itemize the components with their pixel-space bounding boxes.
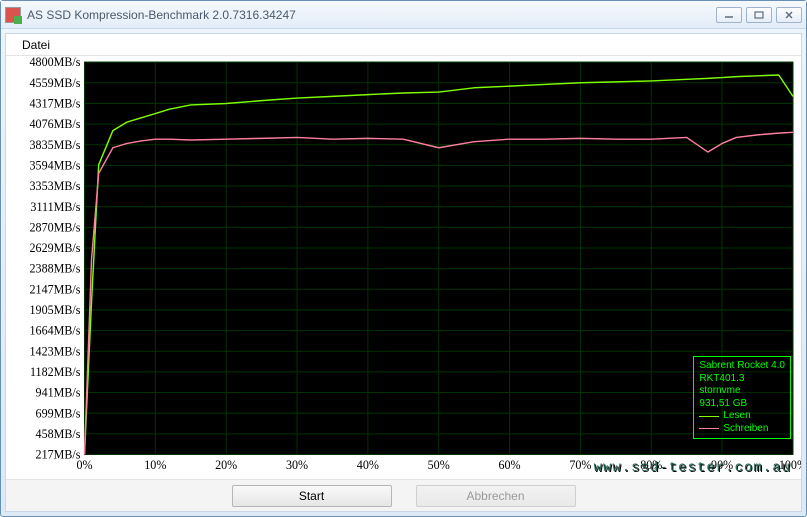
chart-area: 217MB/s 458MB/s 699MB/s 941MB/s 1182MB/s 1423… [6, 56, 801, 479]
app-window: AS SSD Kompression-Benchmark 2.0.7316.34… [0, 0, 807, 517]
svg-text:40%: 40% [357, 458, 379, 472]
app-icon [5, 7, 21, 23]
svg-text:217MB/s: 217MB/s [36, 447, 81, 461]
svg-text:0%: 0% [76, 458, 92, 472]
svg-text:699MB/s: 699MB/s [36, 406, 81, 420]
svg-text:50%: 50% [428, 458, 450, 472]
legend-read-row: Lesen [699, 410, 785, 423]
svg-text:2388MB/s: 2388MB/s [30, 262, 81, 276]
legend-capacity: 931,51 GB [699, 398, 785, 411]
svg-text:1423MB/s: 1423MB/s [30, 344, 81, 358]
legend-driver: stornvme [699, 385, 785, 398]
watermark: www.ssd-tester.com.au [594, 460, 791, 476]
close-button[interactable] [776, 7, 802, 23]
menubar: Datei [6, 34, 801, 56]
abort-button: Abbrechen [416, 485, 576, 507]
svg-text:3111MB/s: 3111MB/s [30, 200, 80, 214]
legend-write-label: Schreiben [723, 423, 768, 436]
svg-text:3594MB/s: 3594MB/s [30, 158, 81, 172]
svg-text:4076MB/s: 4076MB/s [30, 117, 81, 131]
svg-text:4559MB/s: 4559MB/s [30, 76, 81, 90]
svg-text:20%: 20% [215, 458, 237, 472]
legend-box: Sabrent Rocket 4.0 RKT401.3 stornvme 931… [693, 356, 791, 439]
client-area: Datei 217MB/s 458MB/s 699MB/s 941MB/s 1182MB… [5, 33, 802, 512]
button-bar: Start Abbrechen [6, 479, 801, 511]
window-controls [716, 7, 802, 23]
svg-text:2629MB/s: 2629MB/s [30, 241, 81, 255]
maximize-button[interactable] [746, 7, 772, 23]
svg-text:3353MB/s: 3353MB/s [30, 179, 81, 193]
svg-text:10%: 10% [144, 458, 166, 472]
chart-svg: 217MB/s 458MB/s 699MB/s 941MB/s 1182MB/s 1423… [6, 56, 801, 479]
svg-text:458MB/s: 458MB/s [36, 427, 81, 441]
svg-text:2870MB/s: 2870MB/s [30, 220, 81, 234]
svg-text:3835MB/s: 3835MB/s [30, 138, 81, 152]
legend-device: Sabrent Rocket 4.0 [699, 360, 785, 373]
minimize-button[interactable] [716, 7, 742, 23]
svg-text:60%: 60% [499, 458, 521, 472]
svg-text:1182MB/s: 1182MB/s [30, 365, 81, 379]
legend-write-row: Schreiben [699, 423, 785, 436]
svg-text:30%: 30% [286, 458, 308, 472]
svg-text:4800MB/s: 4800MB/s [30, 56, 81, 69]
svg-text:1664MB/s: 1664MB/s [30, 324, 81, 338]
window-title: AS SSD Kompression-Benchmark 2.0.7316.34… [27, 8, 716, 22]
svg-text:70%: 70% [569, 458, 591, 472]
legend-read-label: Lesen [723, 410, 750, 423]
start-button[interactable]: Start [232, 485, 392, 507]
svg-text:1905MB/s: 1905MB/s [30, 303, 81, 317]
legend-write-swatch [699, 428, 719, 429]
svg-text:4317MB/s: 4317MB/s [30, 96, 81, 110]
legend-read-swatch [699, 416, 719, 417]
svg-text:2147MB/s: 2147MB/s [30, 282, 81, 296]
svg-text:941MB/s: 941MB/s [36, 386, 81, 400]
legend-firmware: RKT401.3 [699, 373, 785, 386]
titlebar: AS SSD Kompression-Benchmark 2.0.7316.34… [1, 1, 806, 29]
menu-datei[interactable]: Datei [14, 36, 58, 54]
